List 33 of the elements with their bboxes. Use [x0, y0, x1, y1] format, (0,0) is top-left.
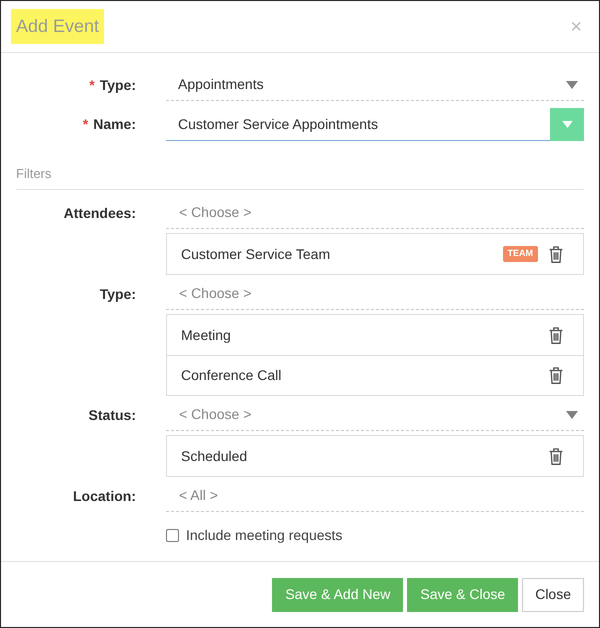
field-label: Name:	[93, 115, 136, 134]
section-heading: Filters	[16, 165, 52, 183]
close-button[interactable]: ×	[570, 16, 582, 36]
field-label: Status:	[88, 406, 136, 424]
name-input-field[interactable]: Customer Service Appointments	[166, 108, 550, 141]
trash-icon[interactable]	[549, 367, 563, 384]
required-mark: *	[89, 76, 95, 94]
footer-button[interactable]: Save & Add New	[272, 578, 404, 612]
checkbox-label[interactable]: Include meeting requests	[186, 524, 342, 546]
footer-button[interactable]: Save & Close	[407, 578, 518, 612]
trash-icon[interactable]	[549, 326, 563, 344]
filter-select-field[interactable]: < Choose >	[166, 399, 584, 431]
trash-icon[interactable]	[549, 246, 563, 262]
trash-icon[interactable]	[549, 448, 563, 464]
field-label: Location:	[73, 486, 136, 506]
filter-select-field[interactable]: < All >	[166, 480, 584, 512]
caret-icon	[566, 80, 578, 88]
category-tag: TEAM	[502, 246, 538, 262]
dialog-title: Add Event	[11, 9, 104, 44]
footer-button[interactable]: Close	[522, 578, 584, 612]
caret-icon	[562, 121, 572, 128]
filter-item-text: Meeting	[181, 326, 232, 345]
filter-item-text: Customer Service Team	[181, 244, 332, 264]
filter-select-field[interactable]: < Choose >	[166, 278, 584, 310]
filter-select-field[interactable]: < Choose >	[166, 197, 584, 229]
required-mark: *	[82, 115, 88, 134]
field-label: Type:	[100, 76, 136, 95]
field-label: Attendees:	[64, 204, 136, 222]
field-label: Type:	[100, 284, 136, 304]
checkbox[interactable]	[166, 528, 179, 542]
filter-item-text: Conference Call	[181, 366, 282, 385]
type-dropdown[interactable]: Appointments	[166, 69, 584, 101]
filter-item-text: Scheduled	[181, 446, 248, 466]
